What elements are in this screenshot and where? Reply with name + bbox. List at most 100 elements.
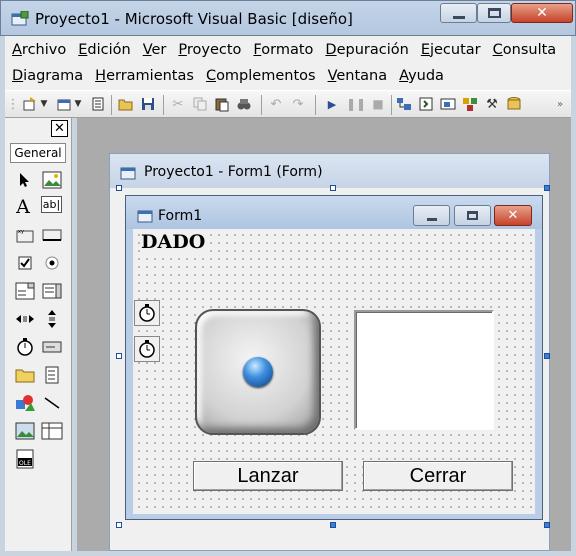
close-button[interactable]: ✕ bbox=[511, 3, 573, 23]
redo-icon[interactable]: ↷ bbox=[289, 95, 307, 113]
toolbar-separator bbox=[111, 95, 112, 115]
copy-icon[interactable] bbox=[191, 95, 209, 113]
menu-ver[interactable]: Ver bbox=[136, 38, 172, 64]
pause-icon[interactable]: ❚❚ bbox=[346, 95, 366, 113]
checkbox-tool-icon[interactable] bbox=[14, 252, 36, 274]
ole-tool-icon[interactable]: OLE bbox=[14, 448, 36, 470]
resize-handle[interactable] bbox=[330, 185, 336, 191]
stop-icon[interactable]: ■ bbox=[369, 95, 387, 113]
commandbutton-tool-icon[interactable] bbox=[41, 224, 63, 246]
menu-edicion[interactable]: Edición bbox=[71, 38, 135, 64]
maximize-button[interactable] bbox=[477, 3, 511, 23]
toolbar-separator bbox=[163, 95, 164, 115]
resize-handle[interactable] bbox=[544, 185, 550, 191]
picture-box[interactable] bbox=[354, 310, 494, 430]
app-titlebar[interactable]: Proyecto1 - Microsoft Visual Basic [dise… bbox=[0, 0, 576, 36]
resize-handle[interactable] bbox=[116, 185, 122, 191]
chevron-down-icon[interactable]: ▼ bbox=[73, 95, 83, 113]
picturebox-tool-icon[interactable] bbox=[41, 169, 63, 191]
minimize-button[interactable] bbox=[440, 3, 477, 23]
lanzar-button[interactable]: Lanzar bbox=[193, 461, 343, 491]
toolbar-separator bbox=[391, 95, 392, 115]
timer2-control[interactable] bbox=[134, 336, 160, 362]
svg-text:xy: xy bbox=[18, 229, 24, 235]
menu-proyecto[interactable]: Proyecto bbox=[171, 38, 246, 64]
run-icon[interactable]: ▶ bbox=[323, 95, 341, 113]
standard-toolbar: ⋮ ▼ ▼ ✂ ↶ ↷ ▶ ❚❚ ■ ⚒ » bbox=[5, 90, 571, 118]
menu-formato[interactable]: Formato bbox=[246, 38, 318, 64]
chevron-right-icon[interactable]: » bbox=[551, 95, 569, 113]
properties-window-icon[interactable] bbox=[417, 95, 435, 113]
textbox-tool-icon[interactable]: ab| bbox=[41, 196, 62, 213]
resize-handle[interactable] bbox=[116, 522, 122, 528]
form-close-button[interactable]: ✕ bbox=[494, 205, 532, 226]
designer-titlebar[interactable]: Proyecto1 - Form1 (Form) bbox=[110, 154, 549, 188]
undo-icon[interactable]: ↶ bbox=[267, 95, 285, 113]
add-project-icon[interactable] bbox=[21, 95, 39, 113]
form1-client-area[interactable]: DADO Lanzar Cerrar bbox=[133, 229, 535, 514]
menu-editor-icon[interactable] bbox=[89, 95, 107, 113]
save-icon[interactable] bbox=[139, 95, 157, 113]
project-explorer-icon[interactable] bbox=[395, 95, 413, 113]
timer-icon bbox=[139, 304, 155, 322]
add-form-icon[interactable] bbox=[55, 95, 73, 113]
image-tool-icon[interactable] bbox=[14, 420, 36, 442]
close-icon: ✕ bbox=[536, 5, 548, 21]
menu-ayuda[interactable]: Ayuda bbox=[392, 64, 449, 90]
toolbox-tab-general[interactable]: General bbox=[10, 143, 66, 163]
menu-herramientas[interactable]: Herramientas bbox=[88, 64, 199, 90]
object-browser-icon[interactable] bbox=[461, 95, 479, 113]
timer-tool-icon[interactable] bbox=[14, 336, 36, 358]
form1-window[interactable]: Form1 ✕ DADO Lanzar Cerrar bbox=[125, 195, 543, 520]
menu-row-2: Diagrama Herramientas Complementos Venta… bbox=[5, 64, 449, 90]
resize-handle[interactable] bbox=[544, 353, 550, 359]
designer-title: Proyecto1 - Form1 (Form) bbox=[144, 164, 323, 180]
shape-tool-icon[interactable] bbox=[14, 392, 36, 414]
cut-icon[interactable]: ✂ bbox=[169, 95, 187, 113]
vscrollbar-tool-icon[interactable] bbox=[41, 308, 63, 330]
hscrollbar-tool-icon[interactable] bbox=[14, 308, 36, 330]
form-maximize-button[interactable] bbox=[454, 205, 491, 226]
menu-depuracion[interactable]: Depuración bbox=[318, 38, 413, 64]
optionbutton-tool-icon[interactable] bbox=[41, 252, 63, 274]
menu-ventana[interactable]: Ventana bbox=[321, 64, 393, 90]
data-tool-icon[interactable] bbox=[41, 420, 63, 442]
dado-label[interactable]: DADO bbox=[141, 231, 206, 253]
form-minimize-button[interactable] bbox=[413, 205, 450, 226]
dice-pip bbox=[243, 357, 273, 387]
menu-archivo[interactable]: Archivo bbox=[5, 38, 71, 64]
resize-handle[interactable] bbox=[330, 522, 336, 528]
frame-tool-icon[interactable]: xy bbox=[14, 224, 36, 246]
form-layout-icon[interactable] bbox=[439, 95, 457, 113]
menu-consulta[interactable]: Consulta bbox=[486, 38, 562, 64]
drivelistbox-tool-icon[interactable] bbox=[41, 336, 63, 358]
cerrar-button[interactable]: Cerrar bbox=[363, 461, 513, 491]
menu-complementos[interactable]: Complementos bbox=[199, 64, 321, 90]
form1-titlebar[interactable]: Form1 ✕ bbox=[126, 196, 542, 229]
combobox-tool-icon[interactable] bbox=[14, 280, 36, 302]
toolbox-header: ✕ bbox=[5, 118, 72, 140]
timer1-control[interactable] bbox=[134, 300, 160, 326]
resize-handle[interactable] bbox=[116, 353, 122, 359]
toolbar-separator bbox=[315, 95, 316, 115]
chevron-down-icon[interactable]: ▼ bbox=[39, 95, 49, 113]
data-view-icon[interactable] bbox=[505, 95, 523, 113]
toolbox-panel: ✕ General A ab| xy OLE bbox=[5, 118, 72, 551]
menu-bar: Archivo Edición Ver Proyecto Formato Dep… bbox=[5, 36, 571, 90]
paste-icon[interactable] bbox=[213, 95, 231, 113]
menu-ejecutar[interactable]: Ejecutar bbox=[414, 38, 486, 64]
maximize-icon bbox=[467, 211, 478, 220]
dice-image[interactable] bbox=[195, 309, 321, 435]
close-icon[interactable]: ✕ bbox=[51, 120, 68, 137]
open-folder-icon[interactable] bbox=[117, 95, 135, 113]
resize-handle[interactable] bbox=[544, 522, 550, 528]
toolbox-icon[interactable]: ⚒ bbox=[483, 95, 501, 113]
listbox-tool-icon[interactable] bbox=[41, 280, 63, 302]
menu-diagrama[interactable]: Diagrama bbox=[5, 64, 88, 90]
find-icon[interactable] bbox=[235, 95, 253, 113]
pointer-tool-icon[interactable] bbox=[14, 169, 36, 191]
filelistbox-tool-icon[interactable] bbox=[41, 364, 63, 386]
dirlistbox-tool-icon[interactable] bbox=[14, 364, 36, 386]
label-tool-icon[interactable]: A bbox=[12, 196, 34, 218]
line-tool-icon[interactable] bbox=[41, 392, 63, 414]
